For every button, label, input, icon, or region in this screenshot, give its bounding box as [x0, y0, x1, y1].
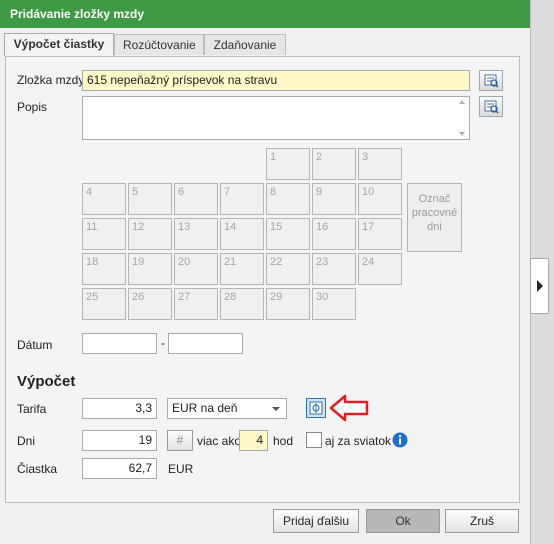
datum-to-field[interactable] — [168, 333, 243, 354]
info-icon[interactable] — [392, 432, 408, 448]
ok-button[interactable]: Ok — [366, 509, 440, 533]
calendar-day[interactable]: 9 — [312, 183, 356, 215]
calendar-day[interactable]: 5 — [128, 183, 172, 215]
calendar-day[interactable]: 24 — [358, 253, 402, 285]
calendar-day[interactable]: 25 — [82, 288, 126, 320]
calendar-day[interactable]: 22 — [266, 253, 310, 285]
calculator-icon — [309, 401, 323, 415]
hod-label: hod — [273, 434, 294, 448]
add-next-button[interactable]: Pridaj ďalšiu — [273, 509, 359, 533]
unit-select[interactable]: EUR na deň — [167, 398, 287, 419]
calendar-day[interactable]: 6 — [174, 183, 218, 215]
calendar-day[interactable]: 21 — [220, 253, 264, 285]
datum-from-field[interactable] — [82, 333, 157, 354]
calendar-day[interactable]: 30 — [312, 288, 356, 320]
popis-textarea[interactable] — [82, 96, 470, 140]
calendar-day[interactable]: 18 — [82, 253, 126, 285]
arrow-left-annotation — [329, 394, 369, 422]
dni-label: Dni — [17, 434, 36, 448]
calendar-day[interactable]: 29 — [266, 288, 310, 320]
zlozka-label: Zložka mzdy — [17, 73, 85, 87]
tab-vypocet-ciastky[interactable]: Výpočet čiastky — [4, 33, 114, 56]
calendar-day[interactable]: 27 — [174, 288, 218, 320]
zlozka-field[interactable]: 615 nepeňažný príspevok na stravu — [82, 70, 470, 91]
dni-field[interactable]: 19 — [82, 430, 157, 451]
calendar-day[interactable]: 14 — [220, 218, 264, 250]
calendar-day[interactable]: 12 — [128, 218, 172, 250]
calendar-day[interactable]: 15 — [266, 218, 310, 250]
chevron-down-icon — [272, 407, 280, 411]
calendar-day[interactable]: 13 — [174, 218, 218, 250]
mark-workdays-button[interactable]: Označ pracovné dni — [407, 183, 462, 252]
viac-ako-label: viac ako — [197, 434, 242, 448]
tab-panel: Zložka mzdy 615 nepeňažný príspevok na s… — [5, 56, 520, 503]
calendar-day[interactable]: 20 — [174, 253, 218, 285]
lookup-icon — [484, 100, 499, 114]
sviatok-label: aj za sviatok — [325, 434, 392, 448]
calendar-day[interactable]: 7 — [220, 183, 264, 215]
calendar-day[interactable]: 17 — [358, 218, 402, 250]
calendar-day[interactable]: 16 — [312, 218, 356, 250]
vypocet-heading: Výpočet — [17, 373, 76, 390]
popis-scroll-arrows[interactable] — [457, 98, 467, 138]
zlozka-lookup-button[interactable] — [479, 70, 503, 91]
calendar-day[interactable]: 19 — [128, 253, 172, 285]
popis-label: Popis — [17, 100, 48, 114]
window-title: Pridávanie zložky mzdy — [0, 0, 530, 28]
sviatok-checkbox[interactable] — [306, 432, 322, 448]
tab-rozuctovanie[interactable]: Rozúčtovanie — [114, 34, 204, 55]
lookup-icon — [484, 74, 499, 88]
hod-field[interactable]: 4 — [239, 430, 268, 451]
calendar-day[interactable]: 1 — [266, 148, 310, 180]
hash-button[interactable]: # — [167, 430, 193, 451]
expand-side-button[interactable] — [530, 258, 549, 314]
tarifa-label: Tarifa — [17, 402, 47, 416]
tarifa-field[interactable]: 3,3 — [82, 398, 157, 419]
calendar-day[interactable]: 8 — [266, 183, 310, 215]
cancel-button[interactable]: Zruš — [445, 509, 519, 533]
ciastka-field[interactable]: 62,7 — [82, 458, 157, 479]
datum-label: Dátum — [17, 338, 53, 352]
dialog-window: Pridávanie zložky mzdy Výpočet čiastky R… — [0, 0, 531, 544]
calculator-button[interactable] — [306, 398, 326, 418]
popis-lookup-button[interactable] — [479, 96, 503, 117]
calendar-day[interactable]: 26 — [128, 288, 172, 320]
calendar-day[interactable]: 2 — [312, 148, 356, 180]
calendar-day[interactable]: 23 — [312, 253, 356, 285]
currency-label: EUR — [168, 462, 194, 476]
chevron-right-icon — [537, 280, 543, 292]
calendar-day[interactable]: 3 — [358, 148, 402, 180]
datum-separator: - — [161, 336, 165, 350]
ciastka-label: Čiastka — [17, 462, 58, 476]
calendar-day[interactable]: 11 — [82, 218, 126, 250]
unit-select-value: EUR na deň — [172, 401, 238, 415]
calendar-day[interactable]: 4 — [82, 183, 126, 215]
calendar-day[interactable]: 10 — [358, 183, 402, 215]
calendar-day[interactable]: 28 — [220, 288, 264, 320]
tab-zdanovanie[interactable]: Zdaňovanie — [204, 34, 286, 55]
